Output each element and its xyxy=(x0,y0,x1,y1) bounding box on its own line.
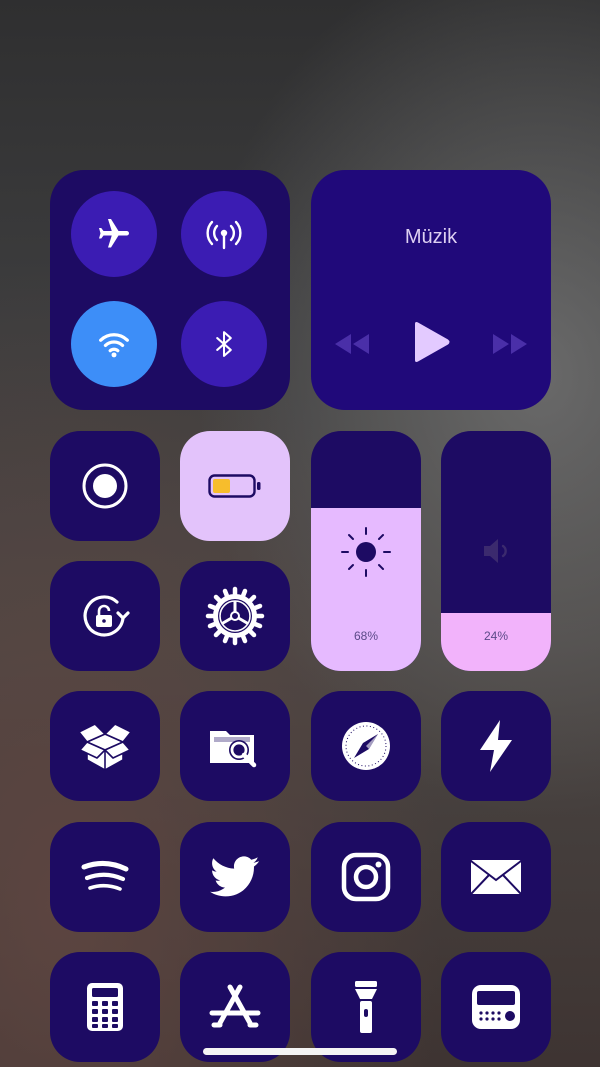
spotify-shortcut[interactable] xyxy=(50,822,160,932)
cydia-shortcut[interactable] xyxy=(50,691,160,801)
connectivity-module xyxy=(50,170,290,410)
wifi-button[interactable] xyxy=(71,301,157,387)
spotify-icon xyxy=(81,861,129,891)
play-icon[interactable] xyxy=(411,321,451,363)
mail-shortcut[interactable] xyxy=(441,822,551,932)
flashlight-shortcut[interactable] xyxy=(311,952,421,1062)
envelope-icon xyxy=(470,860,522,895)
battery-icon xyxy=(208,474,261,498)
speaker-icon xyxy=(484,539,507,563)
screen-record-button[interactable] xyxy=(50,431,160,541)
compass-icon xyxy=(342,722,390,770)
music-module[interactable]: Müzik xyxy=(311,170,551,410)
lightning-icon xyxy=(480,720,512,772)
flashlight-icon xyxy=(355,981,377,1033)
airplane-icon xyxy=(99,219,129,248)
sun-icon xyxy=(341,527,391,577)
record-icon xyxy=(82,463,128,509)
wifi-icon xyxy=(99,333,129,358)
home-indicator[interactable] xyxy=(203,1048,397,1055)
bluetooth-icon xyxy=(216,331,232,357)
rewind-icon[interactable] xyxy=(333,332,371,356)
calculator-shortcut[interactable] xyxy=(50,952,160,1062)
cellular-data-button[interactable] xyxy=(181,191,267,277)
box-icon xyxy=(78,723,132,771)
antenna-icon xyxy=(206,220,242,250)
orientation-lock-button[interactable] xyxy=(50,561,160,671)
instagram-icon xyxy=(341,852,391,902)
brightness-slider[interactable]: 68% xyxy=(311,431,421,671)
gear-icon xyxy=(205,586,265,646)
flash-shortcut[interactable] xyxy=(441,691,551,801)
rotation-lock-icon xyxy=(83,595,130,637)
settings-button[interactable] xyxy=(180,561,290,671)
calculator-icon xyxy=(87,983,123,1031)
instagram-shortcut[interactable] xyxy=(311,822,421,932)
music-title: Müzik xyxy=(404,226,458,248)
twitter-shortcut[interactable] xyxy=(180,822,290,932)
app-store-icon xyxy=(209,984,261,1028)
folder-search-icon xyxy=(210,731,257,768)
brightness-percent: 68% xyxy=(353,629,379,643)
radio-shortcut[interactable] xyxy=(441,952,551,1062)
bluetooth-button[interactable] xyxy=(181,301,267,387)
twitter-bird-icon xyxy=(210,856,260,897)
airplane-mode-button[interactable] xyxy=(71,191,157,277)
radio-icon xyxy=(472,985,520,1029)
fast-forward-icon[interactable] xyxy=(491,332,529,356)
volume-percent: 24% xyxy=(483,629,509,643)
low-power-mode-button[interactable] xyxy=(180,431,290,541)
volume-slider[interactable]: 24% xyxy=(441,431,551,671)
safari-shortcut[interactable] xyxy=(311,691,421,801)
filza-shortcut[interactable] xyxy=(180,691,290,801)
app-store-shortcut[interactable] xyxy=(180,952,290,1062)
